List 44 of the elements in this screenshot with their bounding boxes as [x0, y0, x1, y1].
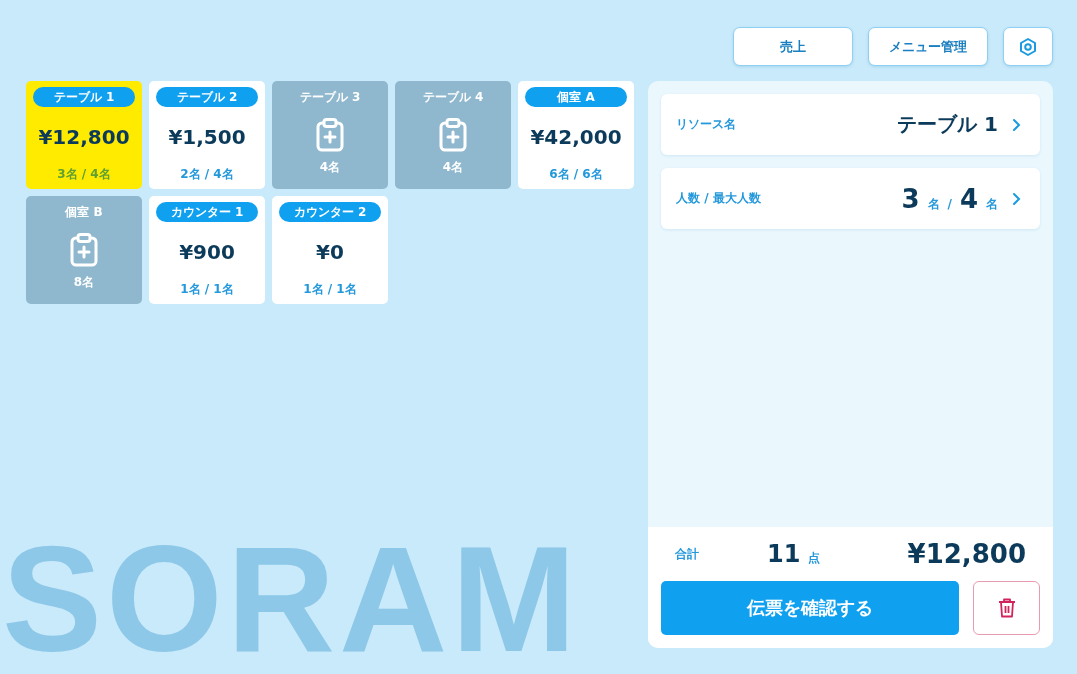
table-name-label: カウンター 2	[279, 202, 381, 222]
total-label: 合計	[675, 545, 700, 563]
chevron-right-icon	[1012, 191, 1022, 206]
table-name-label: 個室 B	[65, 204, 103, 221]
guest-count: 3名 / 4名	[57, 166, 111, 183]
delete-button[interactable]	[973, 581, 1040, 635]
table-amount: ¥12,800	[38, 125, 130, 149]
settings-icon	[1018, 36, 1038, 57]
capacity-count: 4名	[442, 159, 464, 176]
clipboard-plus-icon	[439, 118, 467, 152]
item-count: 11	[767, 540, 801, 568]
guest-count: 1名 / 1名	[180, 281, 234, 298]
capacity-count: 4名	[319, 159, 341, 176]
total-amount: ¥12,800	[907, 539, 1026, 569]
table-tile[interactable]: 個室 A ¥42,000 6名 / 6名	[518, 81, 634, 189]
clipboard-plus-icon	[70, 233, 98, 267]
table-name-label: カウンター 1	[156, 202, 258, 222]
table-name-label: テーブル 3	[299, 89, 361, 106]
chevron-right-icon	[1012, 117, 1022, 132]
clipboard-plus-icon	[316, 118, 344, 152]
guest-count: 1名 / 1名	[303, 281, 357, 298]
settings-button[interactable]	[1003, 27, 1053, 66]
item-unit: 点	[808, 550, 821, 567]
guest-count-row[interactable]: 人数 / 最大人数 3 名 / 4 名	[661, 168, 1040, 229]
table-tile[interactable]: カウンター 1 ¥900 1名 / 1名	[149, 196, 265, 304]
guest-count: 6名 / 6名	[549, 166, 603, 183]
table-amount: ¥1,500	[168, 125, 246, 149]
table-tile[interactable]: テーブル 1 ¥12,800 3名 / 4名	[26, 81, 142, 189]
trash-icon	[997, 598, 1016, 618]
guest-count: 2名 / 4名	[180, 166, 234, 183]
table-tile[interactable]: カウンター 2 ¥0 1名 / 1名	[272, 196, 388, 304]
table-name-label: テーブル 4	[422, 89, 484, 106]
table-amount: ¥0	[316, 240, 344, 264]
table-name-label: 個室 A	[525, 87, 627, 107]
toolbar-button[interactable]: メニュー管理	[868, 27, 988, 66]
resource-name-row[interactable]: リソース名 テーブル 1	[661, 94, 1040, 155]
toolbar-button[interactable]: 売上	[733, 27, 853, 66]
table-amount: ¥900	[179, 240, 235, 264]
table-tile[interactable]: テーブル 2 ¥1,500 2名 / 4名	[149, 81, 265, 189]
table-name-label: テーブル 2	[156, 87, 258, 107]
capacity-count: 8名	[73, 274, 95, 291]
table-name-label: テーブル 1	[33, 87, 135, 107]
background-brand-text: SORAM	[2, 524, 581, 674]
table-amount: ¥42,000	[530, 125, 622, 149]
